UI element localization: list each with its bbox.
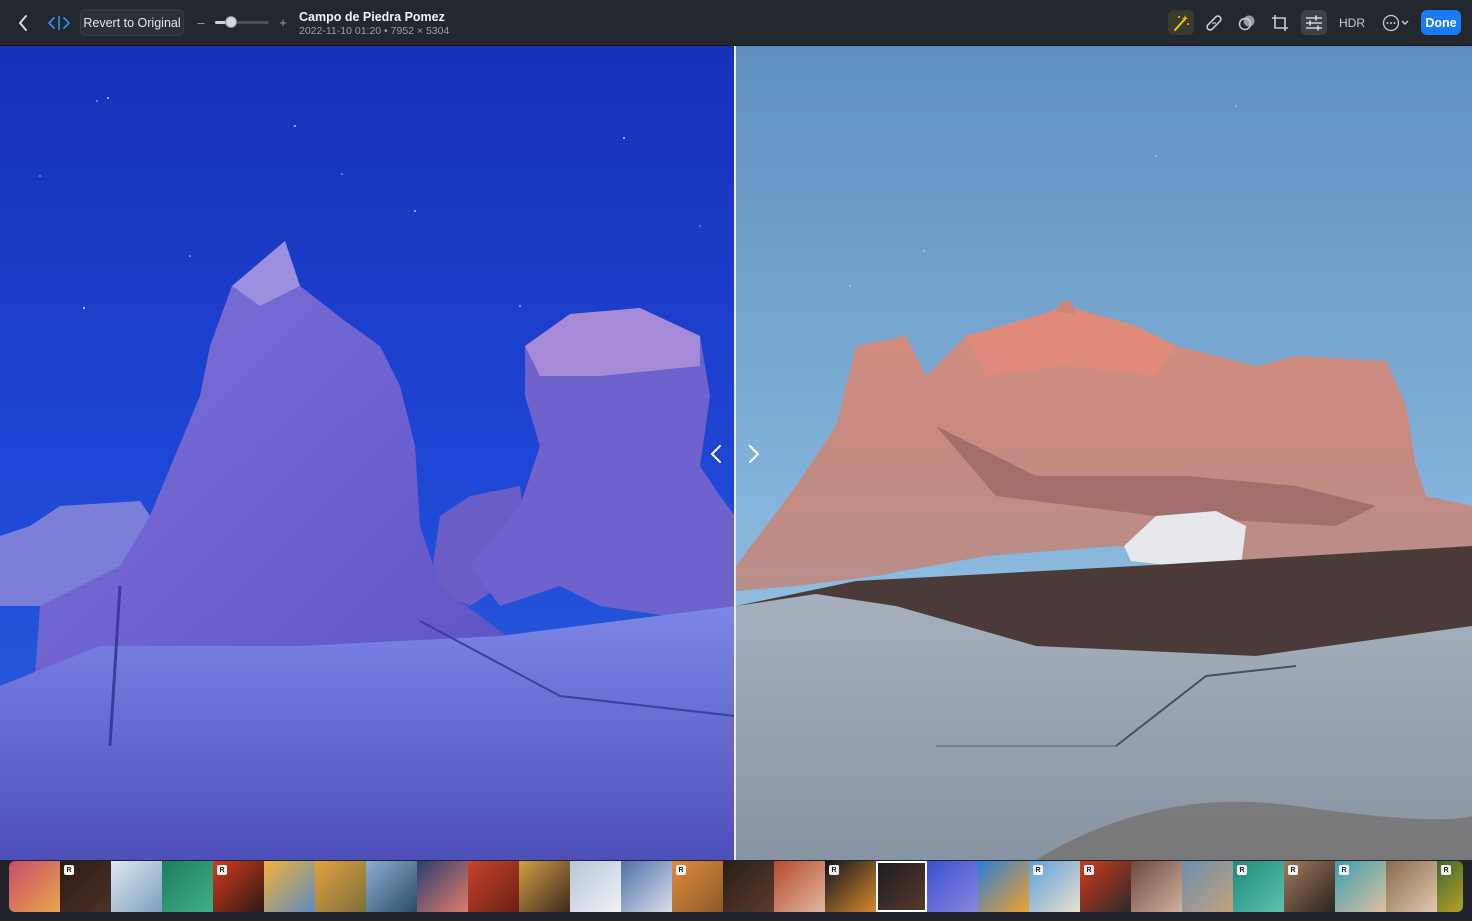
- raw-badge: R: [1339, 865, 1349, 875]
- filmstrip-thumbnail[interactable]: [876, 861, 927, 912]
- raw-badge: R: [217, 865, 227, 875]
- filmstrip-thumbnails: RRRRRRRRRR: [9, 861, 1463, 912]
- filmstrip-thumbnail[interactable]: [366, 861, 417, 912]
- filmstrip-thumbnail[interactable]: [264, 861, 315, 912]
- filmstrip-thumbnail[interactable]: [162, 861, 213, 912]
- filmstrip-thumbnail[interactable]: R: [1029, 861, 1080, 912]
- zoom-in-button[interactable]: +: [276, 9, 290, 36]
- filters-icon[interactable]: [1234, 10, 1260, 35]
- filmstrip-thumbnail[interactable]: [9, 861, 60, 912]
- raw-badge: R: [1237, 865, 1247, 875]
- auto-enhance-icon[interactable]: [1168, 10, 1194, 35]
- filmstrip-thumbnail[interactable]: [1386, 861, 1437, 912]
- editor-toolbar: Revert to Original – + Campo de Piedra P…: [0, 0, 1472, 46]
- filmstrip-thumbnail[interactable]: R: [1284, 861, 1335, 912]
- retouch-bandage-icon[interactable]: [1201, 10, 1227, 35]
- original-photo-pane: [0, 46, 735, 860]
- back-chevron-icon[interactable]: [10, 9, 36, 36]
- filmstrip-thumbnail[interactable]: [468, 861, 519, 912]
- photo-title: Campo de Piedra Pomez: [299, 10, 445, 24]
- raw-badge: R: [1033, 865, 1043, 875]
- raw-badge: R: [676, 865, 686, 875]
- raw-badge: R: [1288, 865, 1298, 875]
- filmstrip-thumbnail[interactable]: [723, 861, 774, 912]
- ellipsis-circle-icon: [1382, 14, 1409, 31]
- zoom-slider[interactable]: [215, 16, 269, 28]
- original-photo-image: [0, 46, 735, 860]
- revert-to-original-button[interactable]: Revert to Original: [80, 9, 184, 36]
- filmstrip-thumbnail[interactable]: R: [213, 861, 264, 912]
- raw-badge: R: [829, 865, 839, 875]
- compare-split-divider[interactable]: [734, 46, 736, 860]
- filmstrip-thumbnail[interactable]: [519, 861, 570, 912]
- photo-metadata: 2022-11-10 01:20 • 7952 × 5304: [299, 25, 450, 37]
- done-button[interactable]: Done: [1421, 10, 1461, 35]
- filmstrip-thumbnail[interactable]: [1131, 861, 1182, 912]
- filmstrip-thumbnail[interactable]: R: [1233, 861, 1284, 912]
- filmstrip-thumbnail[interactable]: [1182, 861, 1233, 912]
- filmstrip-thumbnail[interactable]: R: [672, 861, 723, 912]
- filmstrip-thumbnail[interactable]: R: [1437, 861, 1463, 912]
- filmstrip-thumbnail[interactable]: R: [1335, 861, 1386, 912]
- raw-badge: R: [64, 865, 74, 875]
- previous-version-chevron-icon[interactable]: [706, 444, 726, 464]
- filmstrip-thumbnail[interactable]: [315, 861, 366, 912]
- filmstrip-thumbnail[interactable]: [111, 861, 162, 912]
- hdr-toggle-button[interactable]: HDR: [1336, 10, 1368, 35]
- more-options-button[interactable]: [1379, 10, 1413, 35]
- raw-badge: R: [1084, 865, 1094, 875]
- filmstrip-thumbnail[interactable]: [978, 861, 1029, 912]
- edited-photo-image: [736, 46, 1472, 860]
- filmstrip-thumbnail[interactable]: [927, 861, 978, 912]
- compare-split-icon[interactable]: [44, 9, 74, 36]
- edited-photo-pane: [736, 46, 1472, 860]
- photos-editor-window: Revert to Original – + Campo de Piedra P…: [0, 0, 1472, 921]
- raw-badge: R: [1441, 865, 1451, 875]
- filmstrip-thumbnail[interactable]: R: [825, 861, 876, 912]
- filmstrip-thumbnail[interactable]: R: [60, 861, 111, 912]
- zoom-out-button[interactable]: –: [194, 9, 208, 36]
- next-version-chevron-icon[interactable]: [744, 444, 764, 464]
- filmstrip-thumbnail[interactable]: [774, 861, 825, 912]
- adjust-sliders-icon[interactable]: [1301, 10, 1327, 35]
- photo-compare-viewer[interactable]: [0, 46, 1472, 860]
- filmstrip: RRRRRRRRRR: [0, 860, 1472, 921]
- filmstrip-thumbnail[interactable]: [417, 861, 468, 912]
- filmstrip-thumbnail[interactable]: [621, 861, 672, 912]
- zoom-slider-knob[interactable]: [225, 16, 238, 28]
- filmstrip-thumbnail[interactable]: [570, 861, 621, 912]
- filmstrip-thumbnail[interactable]: R: [1080, 861, 1131, 912]
- crop-icon[interactable]: [1267, 10, 1293, 35]
